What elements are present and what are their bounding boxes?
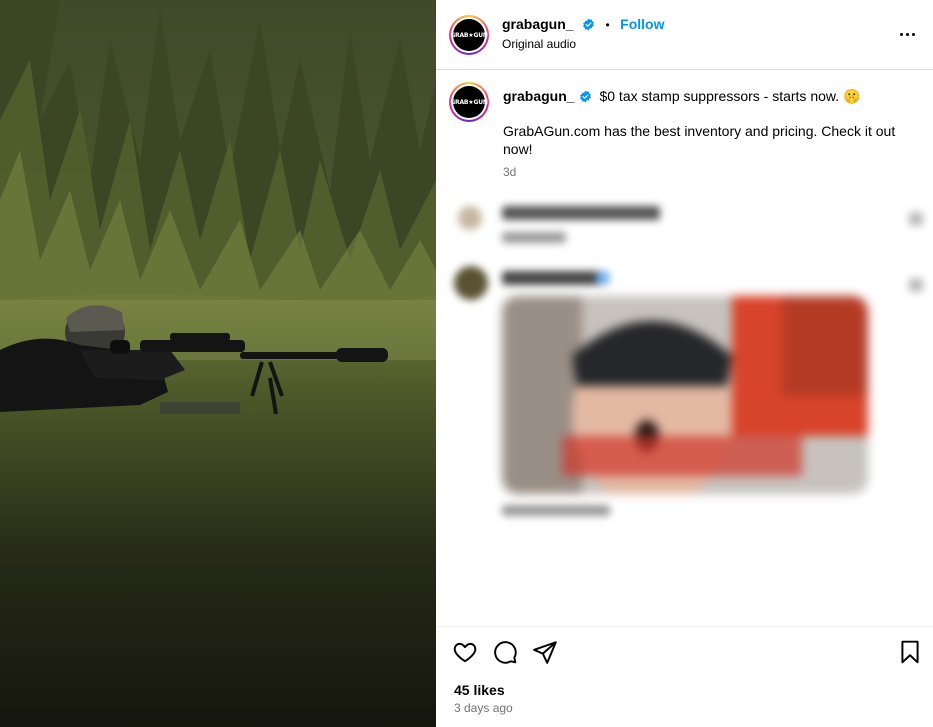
comment-avatar — [454, 266, 488, 300]
caption-body: GrabAGun.com has the best inventory and … — [503, 123, 896, 157]
verified-badge-icon — [596, 271, 610, 285]
author-username[interactable]: grabagun_ — [502, 16, 574, 32]
separator-dot: • — [605, 18, 610, 32]
post-viewer: GRAB★GUN grabagun_ • Follow Original aud… — [0, 0, 933, 727]
caption-text: $0 tax stamp suppressors - starts now. 🤫 — [599, 88, 861, 104]
comment-like-icon — [909, 212, 923, 226]
action-bar: 45 likes 3 days ago — [436, 626, 933, 727]
comment-text — [502, 206, 660, 220]
comment-avatar — [458, 206, 482, 230]
post-video[interactable] — [0, 0, 436, 727]
caption-line: grabagun_ $0 tax stamp suppressors - sta… — [503, 87, 903, 105]
audio-label[interactable]: Original audio — [502, 37, 576, 51]
post-header: GRAB★GUN grabagun_ • Follow Original aud… — [436, 0, 933, 70]
verified-badge-icon — [579, 90, 591, 103]
grabagun-logo-icon: GRAB★GUN — [450, 19, 488, 51]
author-avatar[interactable]: GRAB★GUN — [449, 15, 489, 55]
comment-icon[interactable] — [492, 639, 518, 665]
comment-image — [502, 296, 868, 494]
post-side-panel: GRAB★GUN grabagun_ • Follow Original aud… — [436, 0, 933, 727]
share-icon[interactable] — [532, 639, 558, 665]
comment-text — [502, 271, 608, 285]
heart-icon[interactable] — [452, 639, 478, 665]
caption-username[interactable]: grabagun_ — [503, 88, 575, 104]
verified-badge-icon — [583, 18, 594, 31]
comment-meta — [502, 232, 566, 243]
post-date[interactable]: 3 days ago — [454, 701, 513, 715]
caption-timestamp[interactable]: 3d — [503, 165, 516, 179]
bookmark-icon[interactable] — [897, 639, 923, 665]
follow-button[interactable]: Follow — [620, 16, 664, 32]
video-frame — [0, 0, 436, 727]
comment-like-icon — [909, 278, 923, 292]
caption-avatar[interactable]: GRAB★GUN — [449, 82, 489, 122]
grabagun-logo-icon: GRAB★GUN — [450, 86, 488, 118]
comment-meta — [502, 505, 610, 516]
more-options-icon[interactable] — [897, 24, 917, 44]
likes-count[interactable]: 45 likes — [454, 682, 505, 698]
